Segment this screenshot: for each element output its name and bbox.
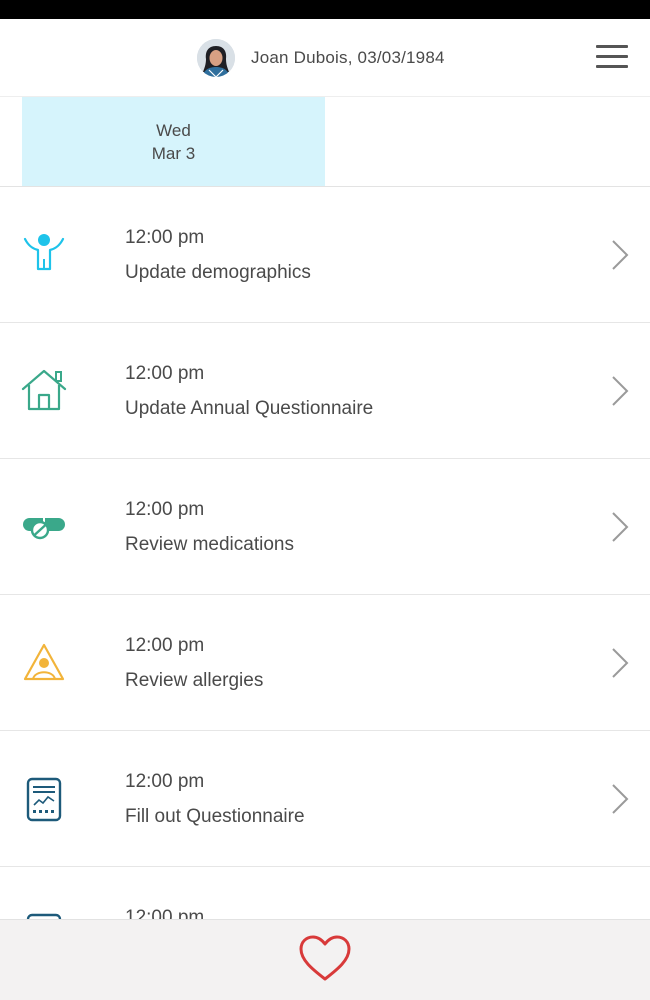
- task-time: 12:00 pm: [125, 771, 205, 792]
- patient-info[interactable]: Joan Dubois, 03/03/1984: [197, 39, 445, 77]
- date-tab-weekday: Wed: [156, 120, 191, 140]
- chevron-right-icon: [612, 784, 629, 814]
- task-title: Update Annual Questionnaire: [125, 398, 374, 419]
- questionnaire-icon: [20, 775, 68, 823]
- task-row-fill-out-questionnaire[interactable]: 12:00 pm Fill out Questionnaire: [0, 731, 650, 867]
- person-icon: [20, 231, 68, 279]
- avatar: [197, 39, 235, 77]
- date-tab-date: Mar 3: [151, 143, 196, 163]
- task-row-review-allergies[interactable]: 12:00 pm Review allergies: [0, 595, 650, 731]
- date-tab-wed-mar-3[interactable]: Wed Mar 3: [22, 97, 325, 186]
- task-time: 12:00 pm: [125, 907, 205, 919]
- task-row-review-medications[interactable]: 12:00 pm Review medications: [0, 459, 650, 595]
- task-title: Review allergies: [125, 670, 264, 691]
- hamburger-menu-icon[interactable]: [596, 45, 628, 69]
- patient-name-dob: Joan Dubois, 03/03/1984: [251, 48, 445, 67]
- pills-icon: [20, 503, 68, 551]
- task-row-update-demographics[interactable]: 12:00 pm Update demographics: [0, 187, 650, 323]
- app-header: Joan Dubois, 03/03/1984: [0, 19, 650, 97]
- chevron-right-icon: [612, 648, 629, 678]
- task-row-partial[interactable]: 12:00 pm: [0, 867, 650, 919]
- task-title: Update demographics: [125, 262, 311, 283]
- task-title: Fill out Questionnaire: [125, 806, 305, 827]
- status-bar: [0, 0, 650, 19]
- date-selector: Wed Mar 3: [0, 97, 650, 187]
- task-row-update-annual-questionnaire[interactable]: 12:00 pm Update Annual Questionnaire: [0, 323, 650, 459]
- warning-triangle-icon: [20, 639, 68, 687]
- task-list[interactable]: 12:00 pm Update demographics 12:00 pm Up…: [0, 187, 650, 919]
- questionnaire-icon: [20, 911, 68, 919]
- chevron-right-icon: [612, 240, 629, 270]
- task-time: 12:00 pm: [125, 363, 205, 384]
- bottom-bar: [0, 919, 650, 1000]
- task-time: 12:00 pm: [125, 227, 205, 248]
- task-time: 12:00 pm: [125, 635, 205, 656]
- house-icon: [20, 367, 68, 415]
- chevron-right-icon: [612, 376, 629, 406]
- chevron-right-icon: [612, 512, 629, 542]
- task-time: 12:00 pm: [125, 499, 205, 520]
- task-title: Review medications: [125, 534, 294, 555]
- heart-icon[interactable]: [298, 934, 352, 984]
